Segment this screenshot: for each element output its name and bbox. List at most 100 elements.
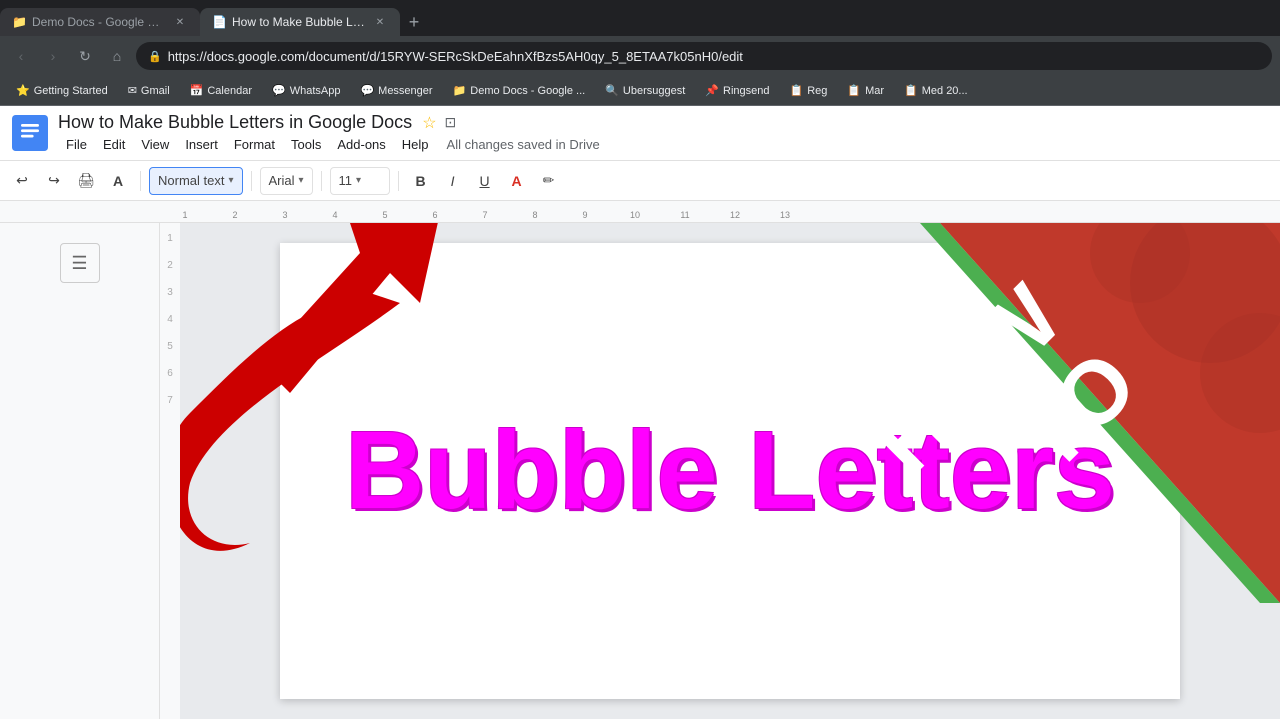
bookmark-ringsend[interactable]: 📌 Ringsend (697, 82, 777, 99)
line-num-2: 2 (167, 260, 173, 271)
present-icon[interactable]: ⊡ (445, 114, 457, 131)
docs-saved-status: All changes saved in Drive (447, 137, 600, 152)
tab-docs[interactable]: 📄 How to Make Bubble Letters ... ✕ (200, 8, 400, 36)
bookmark-reg[interactable]: 📋 Reg (781, 82, 835, 99)
menu-help[interactable]: Help (394, 135, 437, 154)
bold-button[interactable]: B (407, 167, 435, 195)
menu-format[interactable]: Format (226, 135, 283, 154)
font-size-dropdown[interactable]: 11 ▾ (330, 167, 390, 195)
docs-toolbar: ↩ ↪ 🖨 A Normal text ▾ Arial ▾ 11 ▾ B I U… (0, 161, 1280, 201)
text-color-button[interactable]: A (503, 167, 531, 195)
toolbar-sep-2 (251, 171, 252, 191)
docs-header: How to Make Bubble Letters in Google Doc… (0, 106, 1280, 161)
bookmark-favicon-6: 📁 (453, 84, 467, 97)
refresh-button[interactable]: ↻ (72, 43, 98, 69)
ruler-mark-10: 10 (610, 201, 660, 222)
bookmark-favicon-5: 💬 (360, 84, 374, 97)
toolbar-sep-4 (398, 171, 399, 191)
line-numbers: 1 2 3 4 5 6 7 (160, 223, 180, 719)
italic-button[interactable]: I (439, 167, 467, 195)
undo-button[interactable]: ↩ (8, 167, 36, 195)
bubble-letters-text: Bubble Letters (345, 416, 1115, 526)
document-page[interactable]: Bubble Letters (180, 223, 1280, 719)
bookmark-whatsapp[interactable]: 💬 WhatsApp (264, 82, 348, 99)
paint-format-button[interactable]: A (104, 167, 132, 195)
docs-logo-svg (12, 115, 48, 151)
page-content: Bubble Letters (280, 243, 1180, 699)
ruler-mark-6: 6 (410, 201, 460, 222)
star-icon[interactable]: ☆ (422, 113, 436, 133)
tab-drive[interactable]: 📁 Demo Docs - Google Drive ✕ (0, 8, 200, 36)
ruler-mark-13: 13 (760, 201, 810, 222)
font-dropdown[interactable]: Arial ▾ (260, 167, 313, 195)
bookmark-favicon-4: 💬 (272, 84, 286, 97)
address-text: https://docs.google.com/document/d/15RYW… (168, 49, 743, 64)
docs-body: ☰ 1 2 3 4 5 6 7 Bubble Letters (0, 223, 1280, 719)
bookmark-favicon-10: 📋 (847, 84, 861, 97)
bookmark-getting-started[interactable]: ⭐ Getting Started (8, 82, 116, 99)
font-size-arrow: ▾ (356, 175, 361, 186)
line-num-4: 4 (167, 314, 173, 325)
ruler-mark-2: 2 (210, 201, 260, 222)
ruler-mark-7: 7 (460, 201, 510, 222)
bookmark-mar[interactable]: 📋 Mar (839, 82, 892, 99)
line-num-5: 5 (167, 341, 173, 352)
tab-docs-label: How to Make Bubble Letters ... (232, 15, 366, 29)
outline-icon[interactable]: ☰ (60, 243, 100, 283)
bookmark-favicon-2: ✉ (128, 84, 137, 97)
lock-icon: 🔒 (148, 50, 162, 63)
bookmark-calendar[interactable]: 📅 Calendar (182, 82, 260, 99)
tab-bar: 📁 Demo Docs - Google Drive ✕ 📄 How to Ma… (0, 0, 1280, 36)
bookmark-favicon-3: 📅 (190, 84, 204, 97)
address-input[interactable]: 🔒 https://docs.google.com/document/d/15R… (136, 42, 1272, 70)
highlight-button[interactable]: ✏ (535, 167, 563, 195)
line-num-3: 3 (167, 287, 173, 298)
tab-docs-close[interactable]: ✕ (372, 14, 388, 30)
bookmark-favicon-9: 📋 (789, 84, 803, 97)
docs-title-area: How to Make Bubble Letters in Google Doc… (58, 112, 1268, 154)
text-style-dropdown[interactable]: Normal text ▾ (149, 167, 243, 195)
forward-button[interactable]: › (40, 43, 66, 69)
menu-view[interactable]: View (133, 135, 177, 154)
print-button[interactable]: 🖨 (72, 167, 100, 195)
menu-addons[interactable]: Add-ons (329, 135, 393, 154)
bookmark-gmail[interactable]: ✉ Gmail (120, 82, 178, 99)
toolbar-sep-1 (140, 171, 141, 191)
sidebar-panel: ☰ (0, 223, 160, 719)
tab-docs-favicon: 📄 (212, 15, 226, 29)
home-button[interactable]: ⌂ (104, 43, 130, 69)
line-num-1: 1 (167, 233, 173, 244)
docs-nav: File Edit View Insert Format Tools Add-o… (58, 135, 1268, 154)
bookmark-favicon-7: 🔍 (605, 84, 619, 97)
font-size-label: 11 (339, 173, 353, 188)
new-tab-button[interactable]: + (400, 8, 428, 36)
docs-title: How to Make Bubble Letters in Google Doc… (58, 112, 412, 133)
tab-drive-label: Demo Docs - Google Drive (32, 15, 166, 29)
address-bar-row: ‹ › ↻ ⌂ 🔒 https://docs.google.com/docume… (0, 36, 1280, 76)
menu-edit[interactable]: Edit (95, 135, 133, 154)
tab-drive-close[interactable]: ✕ (172, 14, 188, 30)
ruler-mark-5: 5 (360, 201, 410, 222)
docs-logo (12, 115, 48, 151)
bookmark-favicon-8: 📌 (705, 84, 719, 97)
text-style-label: Normal text (158, 173, 224, 188)
line-num-7: 7 (167, 395, 173, 406)
bookmark-ubersuggest[interactable]: 🔍 Ubersuggest (597, 82, 693, 99)
toolbar-sep-3 (321, 171, 322, 191)
redo-button[interactable]: ↪ (40, 167, 68, 195)
font-arrow: ▾ (299, 175, 304, 186)
menu-file[interactable]: File (58, 135, 95, 154)
underline-button[interactable]: U (471, 167, 499, 195)
line-num-6: 6 (167, 368, 173, 379)
bookmark-med[interactable]: 📋 Med 20... (896, 82, 976, 99)
ruler: 1 2 3 4 5 6 7 8 9 10 11 12 13 (0, 201, 1280, 223)
docs-container: How to Make Bubble Letters in Google Doc… (0, 106, 1280, 719)
menu-tools[interactable]: Tools (283, 135, 329, 154)
ruler-mark-9: 9 (560, 201, 610, 222)
back-button[interactable]: ‹ (8, 43, 34, 69)
bookmark-demo-docs[interactable]: 📁 Demo Docs - Google ... (445, 82, 594, 99)
menu-insert[interactable]: Insert (177, 135, 226, 154)
text-style-arrow: ▾ (228, 175, 233, 186)
bookmark-messenger[interactable]: 💬 Messenger (352, 82, 440, 99)
bookmarks-bar: ⭐ Getting Started ✉ Gmail 📅 Calendar 💬 W… (0, 76, 1280, 106)
